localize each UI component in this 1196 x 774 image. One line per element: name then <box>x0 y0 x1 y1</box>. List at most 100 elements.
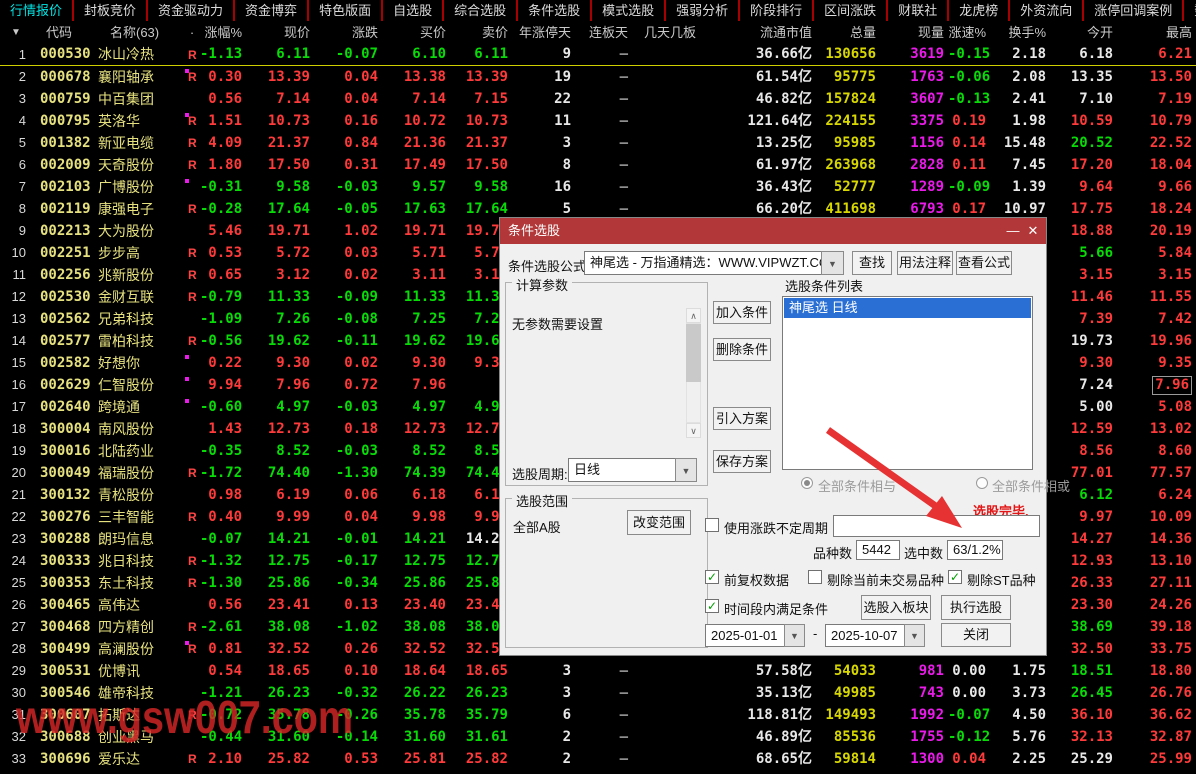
menu-item-15[interactable]: 涨停回调案例 <box>1084 0 1184 21</box>
table-row-002103[interactable]: 7002103广博股份-0.319.58-0.039.579.5816–36.4… <box>0 176 1196 198</box>
date-from-select[interactable]: 2025-01-01 <box>705 624 785 647</box>
execute-pick-button[interactable]: 执行选股 <box>941 595 1011 620</box>
minimize-icon[interactable]: — <box>1004 218 1022 244</box>
menu-item-7[interactable]: 条件选股 <box>518 0 592 21</box>
period-dropdown-icon[interactable]: ▼ <box>675 458 697 482</box>
scrollbar-down-icon[interactable]: ∨ <box>686 423 701 438</box>
magenta-dot-icon <box>185 355 189 359</box>
cell-name: 四方精创 <box>96 616 184 638</box>
cell-high: 20.19 <box>1117 220 1196 242</box>
table-row-002009[interactable]: 6002009天奇股份R1.8017.500.3117.4917.508–61.… <box>0 154 1196 176</box>
condition-list-label: 选股条件列表 <box>785 276 863 295</box>
col-header-name[interactable]: 名称(63) <box>96 21 184 44</box>
table-row-002119[interactable]: 8002119康强电子R-0.2817.64-0.0517.6317.645–6… <box>0 198 1196 220</box>
col-header-sell[interactable]: 卖价 <box>450 21 512 44</box>
cell-rownum: 23 <box>0 528 32 550</box>
save-plan-button[interactable]: 保存方案 <box>713 450 771 473</box>
import-plan-button[interactable]: 引入方案 <box>713 407 771 430</box>
menu-item-6[interactable]: 综合选股 <box>444 0 518 21</box>
date-from-dropdown-icon[interactable]: ▼ <box>784 624 805 647</box>
col-header-consec-boards[interactable]: 连板天 <box>575 21 632 44</box>
menu-item-4[interactable]: 特色版面 <box>309 0 383 21</box>
checkbox-exclude-untraded[interactable] <box>808 570 822 584</box>
menu-item-5[interactable]: 自选股 <box>383 0 444 21</box>
table-row-300531[interactable]: 29300531优博讯0.5418.650.1018.6418.653–57.5… <box>0 660 1196 682</box>
col-header-buy[interactable]: 买价 <box>382 21 450 44</box>
cell-change: 0.10 <box>314 660 382 682</box>
cell-price: 19.62 <box>246 330 314 352</box>
col-header-cur-volume[interactable]: 现量 <box>880 21 948 44</box>
add-condition-button[interactable]: 加入条件 <box>713 301 771 324</box>
date-to-select[interactable]: 2025-10-07 <box>825 624 905 647</box>
checkbox-exclude-st[interactable]: ✓ <box>948 570 962 584</box>
col-header-mark[interactable]: · <box>184 21 200 44</box>
find-button[interactable]: 查找 <box>852 251 892 275</box>
radio-all-or[interactable] <box>976 477 988 489</box>
cell-change-pct: 0.53 <box>200 242 246 264</box>
table-row-000678[interactable]: 2000678襄阳轴承R0.3013.390.0413.3813.3919–61… <box>0 66 1196 88</box>
period-select[interactable]: 日线 <box>568 458 676 482</box>
menu-item-0[interactable]: 行情报价 <box>0 0 74 21</box>
checkbox-time-range[interactable]: ✓ <box>705 599 719 613</box>
menu-item-14[interactable]: 外资流向 <box>1010 0 1084 21</box>
col-header-price[interactable]: 现价 <box>246 21 314 44</box>
col-header-code[interactable]: 代码 <box>32 21 96 44</box>
r-marker-icon: R <box>188 555 197 567</box>
menu-item-2[interactable]: 资金驱动力 <box>148 0 235 21</box>
col-header-volume[interactable]: 总量 <box>816 21 880 44</box>
col-header-open[interactable]: 今开 <box>1050 21 1117 44</box>
scrollbar-thumb[interactable] <box>686 324 701 382</box>
table-row-001382[interactable]: 5001382新亚电缆R4.0921.370.8421.3621.373–13.… <box>0 132 1196 154</box>
dialog-titlebar[interactable]: 条件选股 <box>500 218 1046 244</box>
col-header-change-pct[interactable]: 涨幅% <box>200 21 246 44</box>
close-dialog-button[interactable]: 关闭 <box>941 623 1011 647</box>
col-header-high[interactable]: 最高 <box>1117 21 1196 44</box>
col-header-change[interactable]: 涨跌 <box>314 21 382 44</box>
cell-change: 0.03 <box>314 242 382 264</box>
dialog-title: 条件选股 <box>508 223 560 238</box>
formula-combobox[interactable]: 神尾选 - 万指通精选：WWW.VIPWZT.COM <box>584 251 822 275</box>
radio-all-and[interactable] <box>801 477 813 489</box>
cell-open: 23.30 <box>1050 594 1117 616</box>
menu-item-10[interactable]: 阶段排行 <box>740 0 814 21</box>
table-row-000759[interactable]: 3000759中百集团0.567.140.047.147.1522–46.82亿… <box>0 88 1196 110</box>
sort-dropdown-icon[interactable]: ▼ <box>0 21 32 44</box>
cell-price: 12.73 <box>246 418 314 440</box>
usage-notes-button[interactable]: 用法注释 <box>897 251 953 275</box>
date-to-dropdown-icon[interactable]: ▼ <box>904 624 925 647</box>
table-row-000795[interactable]: 4000795英洛华R1.5110.730.1610.7210.7311–121… <box>0 110 1196 132</box>
table-row-300696[interactable]: 33300696爱乐达R2.1025.820.5325.8125.822–68.… <box>0 748 1196 770</box>
col-header-boards[interactable]: 几天几板 <box>632 21 700 44</box>
menu-item-12[interactable]: 财联社 <box>888 0 949 21</box>
delete-condition-button[interactable]: 删除条件 <box>713 338 771 361</box>
close-icon[interactable]: ✕ <box>1024 218 1042 244</box>
pick-to-block-button[interactable]: 选股入板块 <box>861 595 931 620</box>
scrollbar-up-icon[interactable]: ∧ <box>686 308 701 323</box>
checkbox-forward-adjust[interactable]: ✓ <box>705 570 719 584</box>
menu-item-8[interactable]: 模式选股 <box>592 0 666 21</box>
menu-item-13[interactable]: 龙虎榜 <box>949 0 1010 21</box>
r-marker-icon: R <box>188 511 197 523</box>
cell-open: 13.35 <box>1050 66 1117 88</box>
view-formula-button[interactable]: 查看公式 <box>956 251 1012 275</box>
cell-consec-boards: – <box>575 66 632 88</box>
condition-list-item-selected[interactable]: 神尾选 日线 <box>784 298 1031 318</box>
change-range-button[interactable]: 改变范围 <box>627 510 691 535</box>
col-header-turnover[interactable]: 换手% <box>990 21 1050 44</box>
col-header-limitup-days[interactable]: 年涨停天 <box>512 21 575 44</box>
menu-item-16[interactable]: 数据下载 <box>1184 0 1196 21</box>
checkbox-variable-period[interactable] <box>705 518 719 532</box>
condition-listbox[interactable]: 神尾选 日线 <box>782 296 1033 470</box>
cell-speed: 0.19 <box>948 110 990 132</box>
col-header-float-cap[interactable]: 流通市值 <box>700 21 816 44</box>
cell-limitup-days: 3 <box>512 660 575 682</box>
formula-dropdown-icon[interactable]: ▼ <box>821 251 844 275</box>
menu-item-3[interactable]: 资金博弈 <box>235 0 309 21</box>
cell-name: 爱乐达 <box>96 748 184 770</box>
menu-item-1[interactable]: 封板竞价 <box>74 0 148 21</box>
menu-item-9[interactable]: 强弱分析 <box>666 0 740 21</box>
col-header-speed[interactable]: 涨速% <box>948 21 990 44</box>
table-row-000530[interactable]: 1000530冰山冷热R-1.136.11-0.076.106.119–36.6… <box>0 44 1196 66</box>
menu-item-11[interactable]: 区间涨跌 <box>814 0 888 21</box>
variable-period-input[interactable] <box>833 515 1040 537</box>
